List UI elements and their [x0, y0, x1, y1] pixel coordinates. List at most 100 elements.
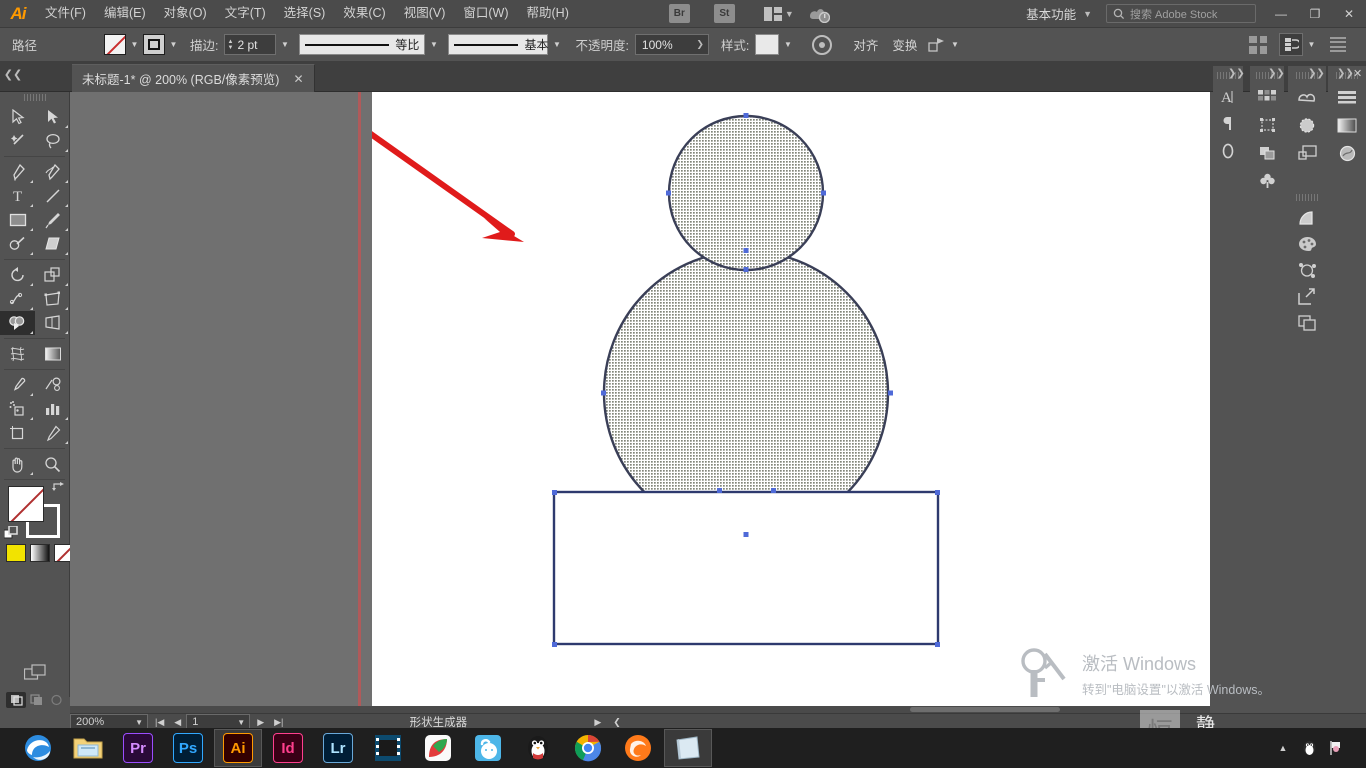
- style-chevron-down-icon[interactable]: ▼: [779, 34, 796, 55]
- minimize-button[interactable]: —: [1264, 0, 1298, 27]
- mesh-tool[interactable]: [0, 342, 35, 366]
- rotate-tool[interactable]: [0, 263, 35, 287]
- recolor-panel-icon[interactable]: [1288, 257, 1326, 283]
- menu-type[interactable]: 文字(T): [216, 0, 275, 27]
- column-graph-tool[interactable]: [35, 397, 70, 421]
- panel-gripper[interactable]: [1296, 194, 1318, 201]
- zoom-tool[interactable]: [35, 452, 70, 476]
- transform-panel-icon[interactable]: [1250, 111, 1284, 139]
- magic-wand-tool[interactable]: [0, 129, 35, 153]
- tool-flyout-corner-icon[interactable]: [65, 331, 68, 334]
- tool-flyout-corner-icon[interactable]: [65, 307, 68, 310]
- taskbar-premiere[interactable]: Pr: [114, 729, 162, 767]
- tools-panel-gripper[interactable]: [23, 94, 46, 101]
- rectangle-tool[interactable]: [0, 208, 35, 232]
- gradient-panel-icon[interactable]: [1328, 111, 1366, 139]
- recolor-artwork-icon[interactable]: [812, 34, 833, 55]
- taskbar-indesign[interactable]: Id: [264, 729, 312, 767]
- brushes-panel-icon[interactable]: [1288, 111, 1326, 139]
- opacity-flyout-icon[interactable]: ❯: [696, 39, 704, 50]
- type-tool[interactable]: T: [0, 184, 35, 208]
- properties-panel-icon[interactable]: [1328, 83, 1366, 111]
- tool-flyout-corner-icon[interactable]: [65, 252, 68, 255]
- arrange-grid-icon[interactable]: [1249, 35, 1267, 54]
- tool-flyout-corner-icon[interactable]: [30, 307, 33, 310]
- stock-search-input[interactable]: 搜索 Adobe Stock: [1106, 4, 1256, 23]
- opacity-input[interactable]: 100% ❯: [634, 34, 709, 55]
- tool-flyout-corner-icon[interactable]: [65, 204, 68, 207]
- default-fill-stroke-icon[interactable]: [3, 525, 18, 540]
- creative-cloud-icon[interactable]: [808, 5, 830, 23]
- symbols-panel-icon[interactable]: [1250, 167, 1284, 195]
- stroke-weight-stepper[interactable]: ▲ ▼ 2 pt: [224, 34, 277, 55]
- paragraph-panel-icon[interactable]: [1213, 110, 1243, 137]
- taskbar-ime[interactable]: [464, 729, 512, 767]
- selection-tool[interactable]: [0, 105, 35, 129]
- fill-color-control[interactable]: [8, 486, 44, 522]
- taskbar-qq[interactable]: [514, 729, 562, 767]
- swap-fill-stroke-icon[interactable]: [51, 482, 65, 496]
- drawing-mode-behind[interactable]: [26, 692, 46, 708]
- fill-color-swatch[interactable]: [104, 34, 126, 55]
- slice-tool[interactable]: [35, 421, 70, 445]
- fill-chevron-down-icon[interactable]: ▼: [126, 34, 143, 55]
- tool-flyout-corner-icon[interactable]: [30, 204, 33, 207]
- width-tool[interactable]: [0, 287, 35, 311]
- drawing-mode-inside[interactable]: [46, 692, 66, 708]
- collapse-panel-3-icon[interactable]: ❯❯: [1308, 68, 1325, 79]
- shaper-tool[interactable]: [0, 232, 35, 256]
- taskbar-illustrator[interactable]: Ai: [214, 729, 262, 767]
- taskbar-watermelon-player[interactable]: [414, 729, 462, 767]
- menu-window[interactable]: 窗口(W): [454, 0, 517, 27]
- tray-flag-icon[interactable]: [1322, 729, 1348, 767]
- scrollbar-thumb[interactable]: [910, 707, 1060, 712]
- gradient-swatch[interactable]: [30, 544, 50, 562]
- libraries-panel-icon[interactable]: [1288, 83, 1326, 111]
- isolate-selected-icon[interactable]: [928, 37, 946, 53]
- taskbar-photoshop[interactable]: Ps: [164, 729, 212, 767]
- document-setup-chevron-down-icon[interactable]: ▼: [1303, 34, 1320, 55]
- tool-flyout-corner-icon[interactable]: [30, 228, 33, 231]
- stroke-chevron-down-icon[interactable]: ▼: [165, 34, 182, 55]
- document-tab-close-icon[interactable]: ✕: [293, 72, 303, 86]
- stock-icon[interactable]: St: [713, 4, 735, 23]
- blend-tool[interactable]: [35, 373, 70, 397]
- character-panel-icon[interactable]: A: [1213, 83, 1243, 110]
- tool-flyout-corner-icon[interactable]: [30, 331, 33, 334]
- taskbar-firefox[interactable]: [614, 729, 662, 767]
- direct-selection-tool[interactable]: [35, 105, 70, 129]
- show-hidden-icons-icon[interactable]: ▲: [1270, 729, 1296, 767]
- workspace-selector[interactable]: 基本功能: [1014, 4, 1080, 23]
- line-segment-tool[interactable]: [35, 184, 70, 208]
- drawing-mode-normal[interactable]: [6, 692, 26, 708]
- eyedropper-tool[interactable]: [0, 373, 35, 397]
- menu-help[interactable]: 帮助(H): [518, 0, 578, 27]
- pen-tool[interactable]: [0, 160, 35, 184]
- collapse-panel-2-icon[interactable]: ❯❯: [1268, 68, 1285, 79]
- brush-chevron-down-icon[interactable]: ▼: [548, 34, 565, 55]
- screen-mode-icon[interactable]: [23, 664, 48, 685]
- eraser-tool[interactable]: [35, 232, 70, 256]
- layers-panel-icon[interactable]: [1288, 139, 1326, 167]
- last-artboard-icon[interactable]: ▶|: [269, 717, 288, 728]
- first-artboard-icon[interactable]: |◀: [150, 717, 169, 728]
- arrange-chevron-down-icon[interactable]: ▼: [785, 9, 794, 19]
- shape-builder-tool[interactable]: [0, 311, 35, 335]
- stroke-weight-chevron-down-icon[interactable]: ▼: [276, 34, 293, 55]
- artboard-chevron-down-icon[interactable]: ▼: [237, 718, 249, 727]
- menu-view[interactable]: 视图(V): [395, 0, 455, 27]
- perspective-grid-tool[interactable]: [35, 311, 70, 335]
- workspace-chevron-down-icon[interactable]: ▼: [1083, 9, 1092, 19]
- menu-select[interactable]: 选择(S): [275, 0, 335, 27]
- close-button[interactable]: ✕: [1332, 0, 1366, 27]
- color-guide-panel-icon[interactable]: [1288, 205, 1326, 231]
- swatches-panel-icon[interactable]: [1250, 83, 1284, 111]
- stroke-profile-chevron-down-icon[interactable]: ▼: [425, 34, 442, 55]
- gradient-tool[interactable]: [35, 342, 70, 366]
- status-prev-icon[interactable]: ❮: [607, 717, 627, 728]
- menu-file[interactable]: 文件(F): [36, 0, 95, 27]
- taskbar-notepad[interactable]: [664, 729, 712, 767]
- color-panel-icon[interactable]: [1288, 231, 1326, 257]
- properties-list-icon[interactable]: [1330, 36, 1346, 53]
- color-swatch-yellow[interactable]: [6, 544, 26, 562]
